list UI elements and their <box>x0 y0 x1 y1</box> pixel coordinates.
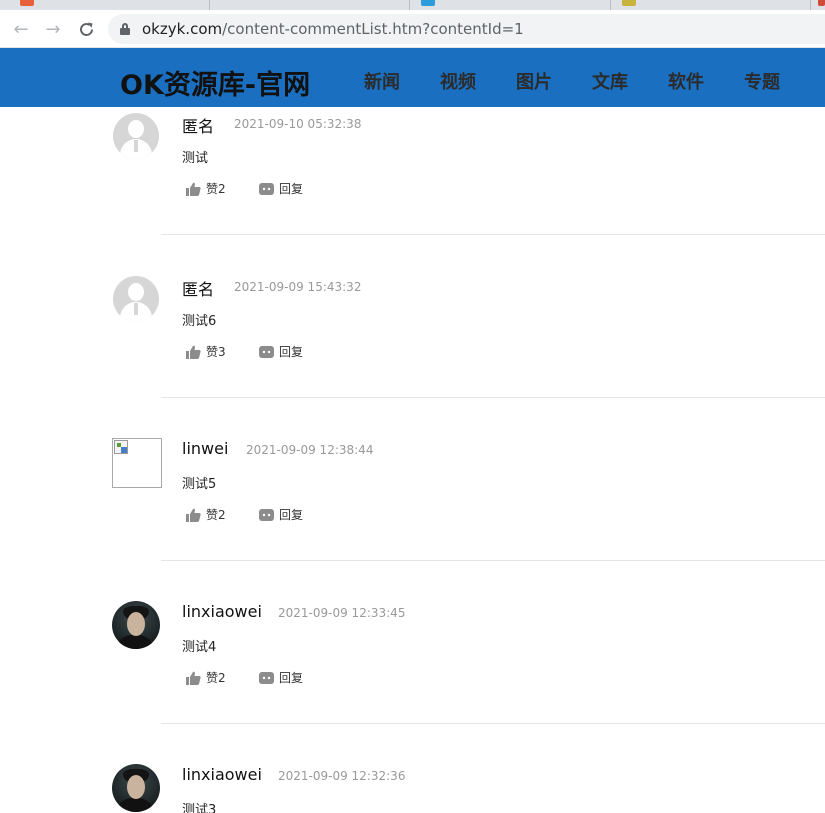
comment-time: 2021-09-09 12:38:44 <box>246 443 374 457</box>
site-logo[interactable]: OK资源库-官网 <box>120 63 310 102</box>
chat-bubble-icon <box>259 345 274 358</box>
comment-time: 2021-09-09 12:33:45 <box>278 606 406 620</box>
like-button[interactable]: 赞3 <box>186 343 226 360</box>
comment-text: 测试 <box>182 151 209 166</box>
like-count: 赞2 <box>206 182 226 196</box>
comment-item: linxiaowei 2021-09-09 12:33:45 测试4 赞2 回复 <box>0 597 825 760</box>
url-path: /content-commentList.htm?contentId=1 <box>222 20 524 38</box>
comment-item: linxiaowei 2021-09-09 12:32:36 测试3 <box>0 760 825 813</box>
tab-separator <box>409 0 410 10</box>
nav-item-video[interactable]: 视频 <box>440 68 516 94</box>
tab-favicon-icon[interactable] <box>20 0 34 6</box>
comment-text: 测试5 <box>182 477 217 492</box>
thumbs-up-icon <box>186 345 201 359</box>
comment-author[interactable]: linxiaowei <box>182 602 262 621</box>
nav-item-news[interactable]: 新闻 <box>364 68 440 94</box>
nav-item-images[interactable]: 图片 <box>516 68 592 94</box>
reply-label: 回复 <box>279 182 304 196</box>
comment-time: 2021-09-09 12:32:36 <box>278 769 406 783</box>
thumbs-up-icon <box>186 182 201 196</box>
comment-divider <box>161 560 825 561</box>
url-host: okzyk.com <box>142 20 223 38</box>
chat-bubble-icon <box>259 508 274 521</box>
comment-author[interactable]: linwei <box>182 439 228 458</box>
url-text: okzyk.com/content-commentList.htm?conten… <box>142 20 524 38</box>
nav-item-topics[interactable]: 专题 <box>744 68 820 94</box>
comment-item: 匿名 2021-09-09 15:43:32 测试6 赞3 回复 <box>0 271 825 434</box>
reply-label: 回复 <box>279 345 304 359</box>
comment-author[interactable]: linxiaowei <box>182 765 262 784</box>
like-button[interactable]: 赞2 <box>186 669 226 686</box>
comment-text: 测试4 <box>182 640 217 655</box>
browser-tab-strip <box>0 0 825 10</box>
chat-bubble-icon <box>259 182 274 195</box>
comment-divider <box>161 723 825 724</box>
like-count: 赞2 <box>206 508 226 522</box>
reply-button[interactable]: 回复 <box>259 669 303 686</box>
thumbs-up-icon <box>186 508 201 522</box>
comment-item: 匿名 2021-09-10 05:32:38 测试 赞2 回复 <box>0 108 825 271</box>
reply-label: 回复 <box>279 508 304 522</box>
comment-divider <box>161 234 825 235</box>
reply-button[interactable]: 回复 <box>259 343 303 360</box>
user-photo-avatar[interactable] <box>112 601 160 649</box>
comment-time: 2021-09-09 15:43:32 <box>234 280 362 294</box>
default-avatar[interactable] <box>113 113 159 159</box>
reply-button[interactable]: 回复 <box>259 180 303 197</box>
address-bar[interactable]: okzyk.com/content-commentList.htm?conten… <box>108 14 825 44</box>
comment-author[interactable]: 匿名 <box>182 113 214 137</box>
default-avatar[interactable] <box>113 276 159 322</box>
like-count: 赞2 <box>206 671 226 685</box>
tab-separator <box>610 0 611 10</box>
lock-icon[interactable] <box>120 23 130 35</box>
comment-text: 测试6 <box>182 314 217 329</box>
back-arrow-icon[interactable]: ← <box>10 18 32 40</box>
like-count: 赞3 <box>206 345 226 359</box>
like-button[interactable]: 赞2 <box>186 180 226 197</box>
comment-divider <box>161 397 825 398</box>
comment-text: 测试3 <box>182 803 217 813</box>
comment-author[interactable]: 匿名 <box>182 276 214 300</box>
tab-favicon-icon[interactable] <box>421 0 435 6</box>
tab-favicon-icon[interactable] <box>622 0 636 6</box>
tab-separator <box>810 0 811 10</box>
tab-separator <box>209 0 210 10</box>
user-photo-avatar[interactable] <box>112 764 160 812</box>
comment-time: 2021-09-10 05:32:38 <box>234 117 362 131</box>
chat-bubble-icon <box>259 671 274 684</box>
main-nav: 新闻 视频 图片 文库 软件 专题 <box>364 68 820 94</box>
reload-icon[interactable] <box>75 18 97 40</box>
reply-label: 回复 <box>279 671 304 685</box>
like-button[interactable]: 赞2 <box>186 506 226 523</box>
nav-item-software[interactable]: 软件 <box>668 68 744 94</box>
broken-image-icon[interactable] <box>112 438 162 488</box>
site-header: OK资源库-官网 新闻 视频 图片 文库 软件 专题 <box>0 48 825 107</box>
nav-item-library[interactable]: 文库 <box>592 68 668 94</box>
browser-toolbar: ← → okzyk.com/content-commentList.htm?co… <box>0 10 825 48</box>
thumbs-up-icon <box>186 671 201 685</box>
tab-favicon-icon[interactable] <box>818 0 825 6</box>
forward-arrow-icon[interactable]: → <box>42 18 64 40</box>
reply-button[interactable]: 回复 <box>259 506 303 523</box>
comment-item: linwei 2021-09-09 12:38:44 测试5 赞2 回复 <box>0 434 825 597</box>
